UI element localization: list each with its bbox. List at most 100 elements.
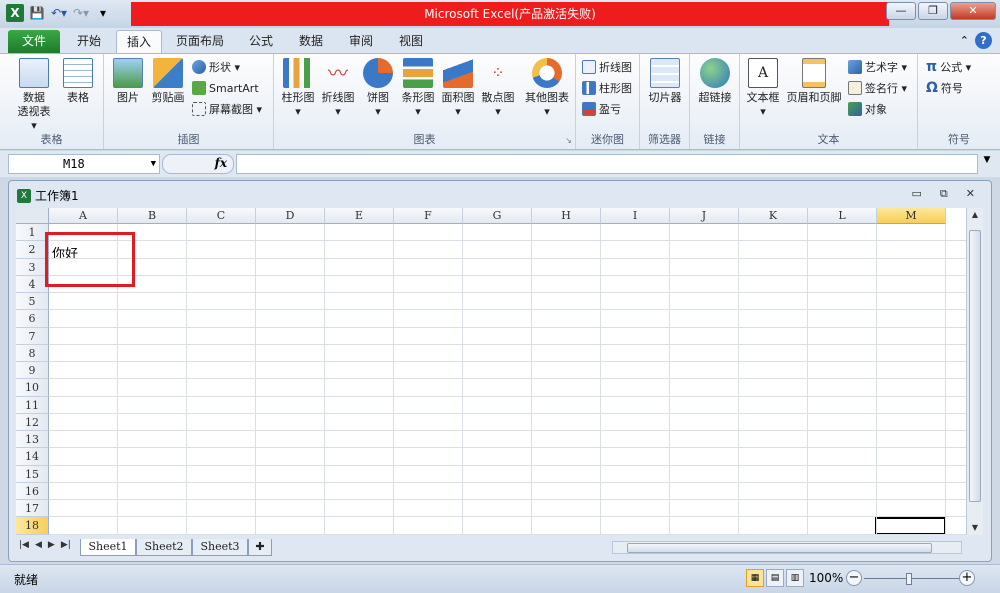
excel-icon[interactable]: X xyxy=(6,4,24,22)
picture-button[interactable]: 图片 xyxy=(108,58,148,105)
other-charts-button[interactable]: 其他图表 ▾ xyxy=(522,58,572,119)
page-break-view-icon[interactable]: ▥ xyxy=(786,569,804,587)
header-footer-button[interactable]: 页眉和页脚 xyxy=(786,58,842,105)
row-header-10[interactable]: 10 xyxy=(16,379,49,397)
zoom-in-icon[interactable]: + xyxy=(959,570,975,586)
prev-sheet-icon[interactable]: ◀ xyxy=(35,540,42,550)
expand-formula-bar-icon[interactable]: ▼ xyxy=(980,155,994,173)
select-all-corner[interactable] xyxy=(16,208,49,224)
shapes-button[interactable]: 形状 ▾ xyxy=(192,58,240,76)
column-header-a[interactable]: A xyxy=(49,208,118,224)
sheet-tab-2[interactable]: Sheet2 xyxy=(136,539,192,556)
hyperlink-button[interactable]: 超链接 xyxy=(695,58,735,105)
row-header-13[interactable]: 13 xyxy=(16,431,49,449)
formula-input[interactable] xyxy=(236,154,978,174)
scroll-down-icon[interactable]: ▼ xyxy=(967,521,983,535)
workbook-close-button[interactable]: ✕ xyxy=(966,187,975,201)
zoom-slider-track[interactable] xyxy=(864,578,960,579)
slicer-button[interactable]: 切片器 xyxy=(645,58,685,105)
area-chart-button[interactable]: 面积图 ▾ xyxy=(438,58,478,119)
column-chart-button[interactable]: 柱形图 ▾ xyxy=(278,58,318,119)
tab-data[interactable]: 数据 xyxy=(288,30,334,53)
column-header-b[interactable]: B xyxy=(118,208,187,224)
line-chart-button[interactable]: 〰 折线图 ▾ xyxy=(318,58,358,119)
undo-icon[interactable]: ↶▾ xyxy=(50,4,68,22)
column-header-l[interactable]: L xyxy=(808,208,877,224)
row-header-17[interactable]: 17 xyxy=(16,500,49,518)
bar-chart-button[interactable]: 条形图 ▾ xyxy=(398,58,438,119)
restore-button[interactable]: ❐ xyxy=(918,2,948,20)
pie-chart-button[interactable]: 饼图 ▾ xyxy=(358,58,398,119)
tab-view[interactable]: 视图 xyxy=(388,30,434,53)
column-header-h[interactable]: H xyxy=(532,208,601,224)
tab-file[interactable]: 文件 xyxy=(8,30,60,53)
equation-button[interactable]: π 公式 ▾ xyxy=(926,58,971,76)
redo-icon[interactable]: ↷▾ xyxy=(72,4,90,22)
zoom-out-icon[interactable]: − xyxy=(846,570,862,586)
vertical-scroll-thumb[interactable] xyxy=(969,230,981,502)
smartart-button[interactable]: SmartArt xyxy=(192,79,259,97)
row-header-14[interactable]: 14 xyxy=(16,448,49,466)
column-header-m[interactable]: M xyxy=(877,208,946,224)
row-header-8[interactable]: 8 xyxy=(16,344,49,362)
horizontal-scroll-thumb[interactable] xyxy=(627,543,932,553)
screenshot-button[interactable]: 屏幕截图 ▾ xyxy=(192,100,262,118)
pivot-table-button[interactable]: 数据 透视表 ▾ xyxy=(14,58,54,133)
column-header-j[interactable]: J xyxy=(670,208,739,224)
column-header-d[interactable]: D xyxy=(256,208,325,224)
normal-view-icon[interactable]: ▦ xyxy=(746,569,764,587)
spreadsheet-grid[interactable]: 你好 A B C D E F G H I J K L M 1 2 3 4 5 6 7 8 9 10 11 12 13 14 15 16 1… xyxy=(16,208,966,535)
tab-formulas[interactable]: 公式 xyxy=(238,30,284,53)
workbook-minimize-button[interactable]: ▭ xyxy=(912,187,922,201)
last-sheet-icon[interactable]: ▶| xyxy=(61,540,71,550)
name-box[interactable]: M18 ▼ xyxy=(8,154,160,174)
wordart-button[interactable]: 艺术字 ▾ xyxy=(848,58,907,76)
sparkline-column-button[interactable]: 柱形图 xyxy=(582,79,632,97)
row-header-15[interactable]: 15 xyxy=(16,465,49,483)
customize-qat-icon[interactable]: ▾ xyxy=(94,4,112,22)
sheet-tab-3[interactable]: Sheet3 xyxy=(192,539,248,556)
horizontal-scrollbar[interactable] xyxy=(612,541,962,554)
save-icon[interactable]: 💾 xyxy=(28,4,46,22)
name-box-dropdown-icon[interactable]: ▼ xyxy=(151,155,156,173)
row-header-7[interactable]: 7 xyxy=(16,327,49,345)
first-sheet-icon[interactable]: |◀ xyxy=(19,540,29,550)
row-header-6[interactable]: 6 xyxy=(16,310,49,328)
scatter-chart-button[interactable]: ⁘ 散点图 ▾ xyxy=(478,58,518,119)
close-button[interactable]: ✕ xyxy=(950,2,996,20)
column-header-c[interactable]: C xyxy=(187,208,256,224)
insert-sheet-icon[interactable]: ✚ xyxy=(248,539,272,556)
textbox-button[interactable]: A 文本框 ▾ xyxy=(742,58,784,119)
minimize-ribbon-icon[interactable]: ⌃ xyxy=(960,34,969,47)
minimize-button[interactable]: — xyxy=(886,2,916,20)
tab-review[interactable]: 审阅 xyxy=(338,30,384,53)
next-sheet-icon[interactable]: ▶ xyxy=(48,540,55,550)
active-cell-m18[interactable] xyxy=(875,517,946,535)
sparkline-winloss-button[interactable]: 盈亏 xyxy=(582,100,621,118)
row-header-16[interactable]: 16 xyxy=(16,482,49,500)
sheet-tab-1[interactable]: Sheet1 xyxy=(80,539,136,556)
zoom-level[interactable]: 100% xyxy=(809,571,843,585)
column-header-k[interactable]: K xyxy=(739,208,808,224)
table-button[interactable]: 表格 xyxy=(58,58,98,105)
zoom-slider-thumb[interactable] xyxy=(906,573,912,585)
clipart-button[interactable]: 剪贴画 xyxy=(148,58,188,105)
tab-page-layout[interactable]: 页面布局 xyxy=(168,30,232,53)
scroll-up-icon[interactable]: ▲ xyxy=(967,208,983,222)
workbook-restore-button[interactable]: ⧉ xyxy=(940,187,948,201)
column-header-e[interactable]: E xyxy=(325,208,394,224)
symbol-button[interactable]: Ω 符号 xyxy=(926,79,963,97)
page-layout-view-icon[interactable]: ▤ xyxy=(766,569,784,587)
row-header-11[interactable]: 11 xyxy=(16,396,49,414)
tab-insert[interactable]: 插入 xyxy=(116,30,162,53)
row-header-12[interactable]: 12 xyxy=(16,413,49,431)
row-header-5[interactable]: 5 xyxy=(16,293,49,311)
insert-function-button[interactable]: fx xyxy=(215,156,227,170)
column-header-f[interactable]: F xyxy=(394,208,463,224)
tab-home[interactable]: 开始 xyxy=(66,30,112,53)
column-header-g[interactable]: G xyxy=(463,208,532,224)
signature-line-button[interactable]: 签名行 ▾ xyxy=(848,79,907,97)
row-header-18[interactable]: 18 xyxy=(16,517,49,535)
object-button[interactable]: 对象 xyxy=(848,100,887,118)
row-header-9[interactable]: 9 xyxy=(16,362,49,380)
